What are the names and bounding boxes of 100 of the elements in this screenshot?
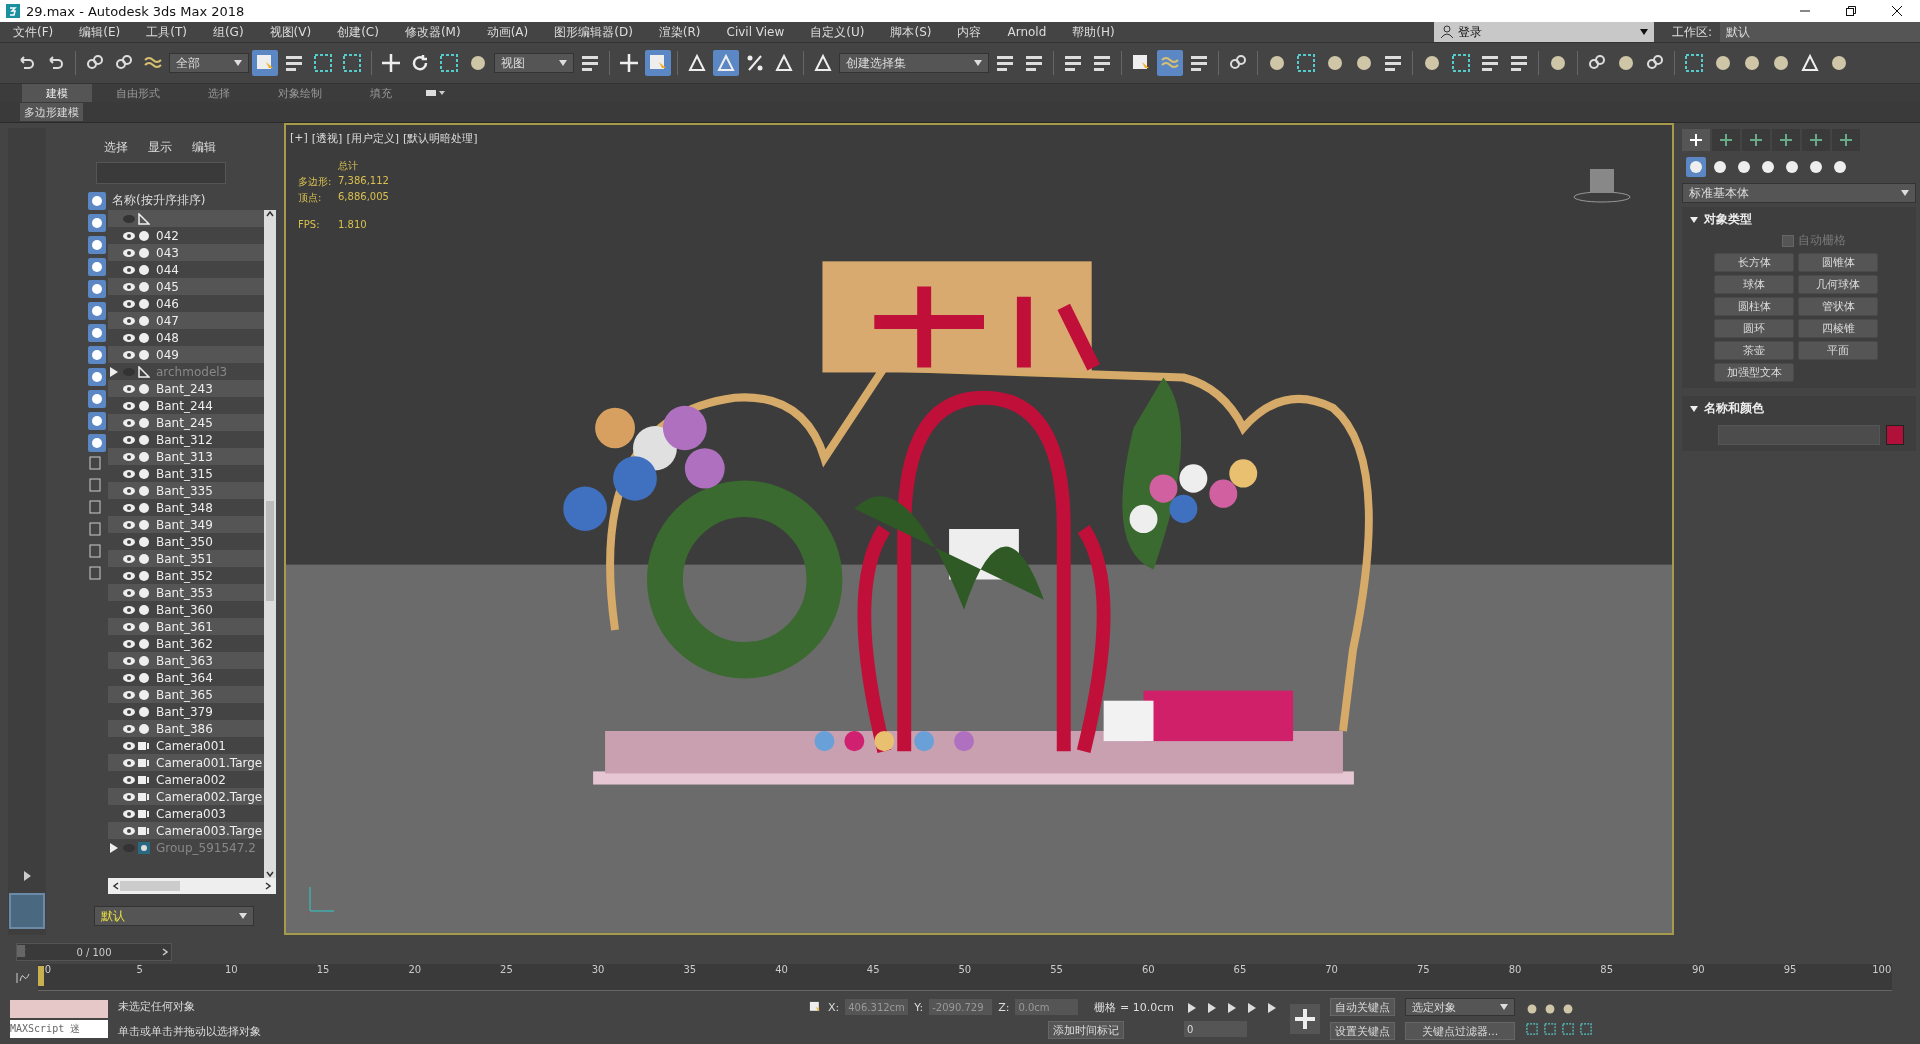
object-name[interactable]: 046 [152, 296, 179, 311]
ribbon-panel-tab[interactable]: 多边形建模 [20, 103, 83, 121]
add-time-tag-button[interactable]: 添加时间标记 [1048, 1021, 1124, 1039]
object-type-button[interactable]: 茶壶 [1714, 341, 1794, 360]
menu-item[interactable]: 工具(T) [133, 23, 200, 41]
expand-arrow-icon[interactable] [110, 842, 118, 853]
ribbon-options-icon[interactable] [426, 89, 446, 97]
object-name[interactable]: Bant_379 [152, 704, 213, 719]
object-name[interactable]: 047 [152, 313, 179, 328]
key-filters-button[interactable]: 关键点过滤器... [1404, 1022, 1515, 1040]
object-name[interactable]: Camera001 [152, 738, 226, 753]
explorer-menu-item[interactable]: 编辑 [192, 139, 216, 156]
object-name[interactable]: Bant_348 [152, 500, 213, 515]
dashed-square-icon[interactable] [341, 52, 363, 74]
viewport-label[interactable]: [+] [290, 131, 308, 146]
sign-in-dropdown[interactable]: 登录 [1433, 22, 1654, 42]
scroll-up-icon[interactable] [266, 210, 274, 218]
create-icon[interactable] [1682, 129, 1710, 151]
close-icon[interactable] [1892, 6, 1902, 16]
object-name[interactable]: 049 [152, 347, 179, 362]
menu-item[interactable]: 组(G) [199, 23, 257, 41]
object-name[interactable]: 044 [152, 262, 179, 277]
playhead-marker[interactable] [38, 966, 44, 986]
menu-item[interactable]: 视图(V) [256, 23, 325, 41]
scroll-left-icon[interactable] [112, 882, 120, 890]
selection-filter-dropdown[interactable]: 全部 [169, 53, 249, 73]
viewport[interactable]: [+] [透视] [用户定义] [默认明暗处理] 总计 多边形: 7,386,112 顶点: 6,886,005 FPS: 1.810 [284, 123, 1674, 935]
viewport-label[interactable]: [透视] [311, 131, 343, 146]
ribbon-tab[interactable]: 建模 [22, 84, 92, 102]
object-type-button[interactable]: 圆锥体 [1798, 253, 1878, 272]
rollout-header[interactable]: 对象类型 [1682, 211, 1916, 228]
category-dropdown[interactable]: 标准基本体 [1682, 183, 1916, 203]
object-name[interactable]: 048 [152, 330, 179, 345]
color-swatch[interactable] [1886, 425, 1904, 445]
object-name[interactable]: Bant_312 [152, 432, 213, 447]
viewport-thumbnail[interactable] [9, 893, 45, 929]
explorer-menu-item[interactable]: 选择 [104, 139, 128, 156]
explorer-menu-item[interactable]: 显示 [148, 139, 172, 156]
maxscript-listener-field[interactable]: MAXScript 迷 [10, 1020, 108, 1038]
auto-key-button[interactable]: 自动关键点 [1329, 998, 1395, 1016]
object-name[interactable]: Bant_350 [152, 534, 213, 549]
object-type-button[interactable]: 几何球体 [1798, 275, 1878, 294]
scrollbar-thumb[interactable] [266, 501, 274, 601]
ribbon-tab[interactable]: 选择 [184, 84, 254, 102]
move-arrows-icon[interactable] [380, 52, 402, 74]
object-name[interactable]: Bant_362 [152, 636, 213, 651]
object-type-button[interactable]: 加强型文本 [1714, 363, 1794, 382]
menu-item[interactable]: 自定义(U) [797, 23, 878, 41]
ribbon-tab[interactable]: 对象绘制 [254, 84, 346, 102]
listener-output-field[interactable] [10, 1000, 108, 1018]
object-name[interactable]: 045 [152, 279, 179, 294]
object-type-button[interactable]: 圆环 [1714, 319, 1794, 338]
named-selection-dropdown[interactable]: 创建选择集 [839, 53, 989, 73]
object-name[interactable]: Bant_352 [152, 568, 213, 583]
expand-arrow-icon[interactable] [110, 366, 118, 377]
object-name[interactable]: Bant_364 [152, 670, 213, 685]
menu-item[interactable]: 创建(C) [324, 23, 392, 41]
menu-item[interactable]: 文件(F) [0, 23, 67, 41]
menu-item[interactable]: 帮助(H) [1059, 23, 1128, 41]
dashed-rectangle-icon[interactable] [312, 52, 334, 74]
vertical-scrollbar[interactable] [264, 210, 276, 878]
ribbon-tab[interactable]: 自由形式 [92, 84, 184, 102]
current-frame-field[interactable]: 0 [1183, 1021, 1247, 1037]
layer-dropdown[interactable]: 默认 [94, 906, 254, 926]
object-name[interactable]: Bant_360 [152, 602, 213, 617]
object-type-button[interactable]: 圆柱体 [1714, 297, 1794, 316]
object-name[interactable]: 042 [152, 228, 179, 243]
scroll-down-icon[interactable] [266, 870, 274, 878]
restore-icon[interactable] [1846, 6, 1856, 16]
object-name[interactable]: Bant_315 [152, 466, 213, 481]
menu-item[interactable]: 编辑(E) [66, 23, 134, 41]
menu-item[interactable]: 内容 [944, 23, 995, 41]
menu-item[interactable]: 修改器(M) [391, 23, 474, 41]
set-key-button[interactable]: 设置关键点 [1329, 1022, 1395, 1040]
ribbon-tab[interactable]: 填充 [346, 84, 416, 102]
object-name[interactable]: Bant_244 [152, 398, 213, 413]
menu-item[interactable]: Civil View [713, 25, 798, 39]
horizontal-scrollbar[interactable] [108, 878, 276, 894]
object-type-button[interactable]: 球体 [1714, 275, 1794, 294]
workspace-dropdown[interactable]: 默认 [1720, 22, 1920, 42]
viewport-label[interactable]: [用户定义] [346, 131, 399, 146]
object-type-button[interactable]: 四棱锥 [1798, 319, 1878, 338]
object-type-button[interactable]: 长方体 [1714, 253, 1794, 272]
scale-square-icon[interactable] [438, 52, 460, 74]
object-type-button[interactable]: 平面 [1798, 341, 1878, 360]
curve-toggle-icon[interactable] [16, 973, 30, 983]
viewport-label[interactable]: [默认明暗处理] [403, 131, 478, 146]
menu-item[interactable]: 脚本(S) [877, 23, 945, 41]
object-type-button[interactable]: 管状体 [1798, 297, 1878, 316]
object-name[interactable]: 043 [152, 245, 179, 260]
menu-item[interactable]: 动画(A) [473, 23, 542, 41]
time-slider[interactable]: 0 / 100 [16, 943, 172, 961]
key-mode-dropdown[interactable]: 选定对象 [1404, 998, 1515, 1016]
reference-coordinate-dropdown[interactable]: 视图 [494, 53, 574, 73]
plus-key-icon[interactable] [1289, 1004, 1320, 1034]
menu-item[interactable]: 渲染(R) [645, 23, 714, 41]
cone-icon[interactable] [1799, 52, 1821, 74]
search-field[interactable] [96, 162, 226, 184]
menu-item[interactable]: 图形编辑器(D) [541, 23, 646, 41]
scroll-right-icon[interactable] [264, 882, 272, 890]
